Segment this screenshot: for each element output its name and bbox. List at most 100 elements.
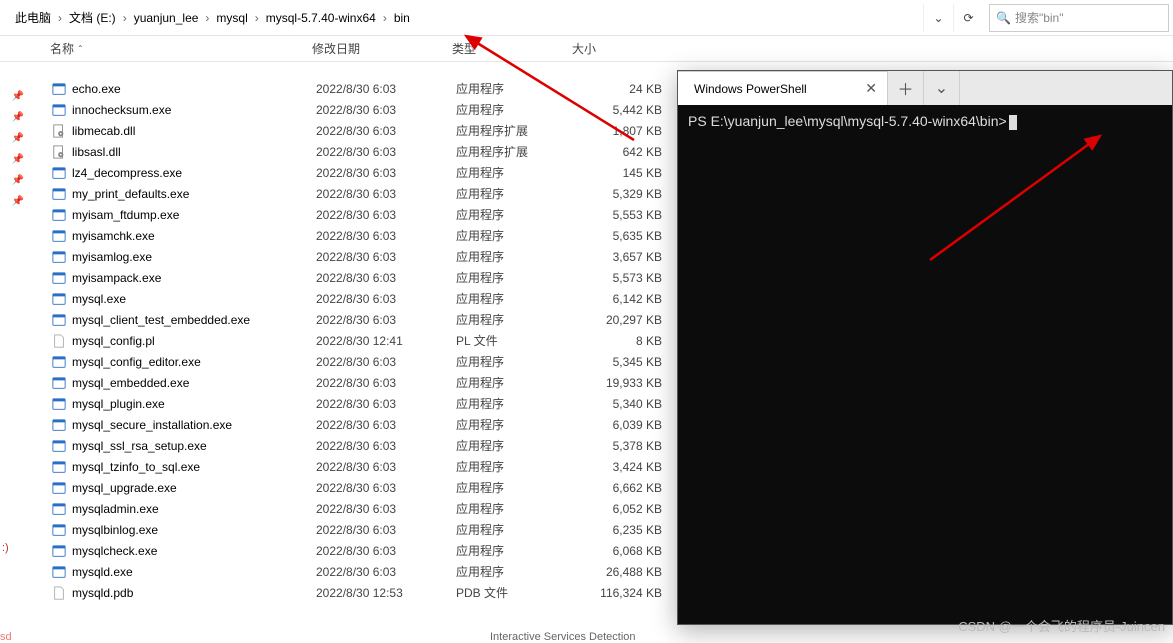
dropdown-button[interactable]: ⌄ (923, 4, 953, 32)
refresh-button[interactable]: ⟳ (953, 4, 983, 32)
pin-icon[interactable]: 📌 (0, 128, 36, 149)
breadcrumb-bar: 此电脑› 文档 (E:)› yuanjun_lee› mysql› mysql-… (0, 0, 1173, 36)
file-icon (50, 585, 68, 601)
file-type: 应用程序 (456, 395, 576, 412)
file-row[interactable]: mysql_config.pl2022/8/30 12:41PL 文件8 KB (36, 330, 676, 351)
chevron-right-icon: › (56, 11, 64, 25)
file-size: 5,635 KB (576, 229, 666, 243)
file-size: 6,235 KB (576, 523, 666, 537)
crumb-3[interactable]: mysql (211, 8, 252, 28)
file-row[interactable]: mysql_tzinfo_to_sql.exe2022/8/30 6:03应用程… (36, 456, 676, 477)
exe-icon (50, 375, 68, 391)
file-row[interactable]: mysql_client_test_embedded.exe2022/8/30 … (36, 309, 676, 330)
file-icon (50, 333, 68, 349)
file-type: 应用程序 (456, 185, 576, 202)
file-row[interactable]: mysql_config_editor.exe2022/8/30 6:03应用程… (36, 351, 676, 372)
file-size: 6,068 KB (576, 544, 666, 558)
terminal-body[interactable]: PS E:\yuanjun_lee\mysql\mysql-5.7.40-win… (678, 105, 1172, 138)
file-type: 应用程序 (456, 206, 576, 223)
file-type: 应用程序扩展 (456, 143, 576, 160)
file-row[interactable]: innochecksum.exe2022/8/30 6:03应用程序5,442 … (36, 99, 676, 120)
file-row[interactable]: libmecab.dll2022/8/30 6:03应用程序扩展1,807 KB (36, 120, 676, 141)
file-size: 6,142 KB (576, 292, 666, 306)
drive-label[interactable]: :) (2, 542, 9, 554)
header-date[interactable]: 修改日期 (312, 40, 452, 57)
file-row[interactable]: echo.exe2022/8/30 6:03应用程序24 KB (36, 78, 676, 99)
file-name: mysql_config_editor.exe (72, 355, 316, 369)
crumb-5[interactable]: bin (389, 8, 415, 28)
terminal-tab[interactable]: Windows PowerShell ✕ (678, 71, 888, 105)
file-name: innochecksum.exe (72, 103, 316, 117)
breadcrumb-path[interactable]: 此电脑› 文档 (E:)› yuanjun_lee› mysql› mysql-… (4, 4, 923, 32)
file-row[interactable]: mysql_secure_installation.exe2022/8/30 6… (36, 414, 676, 435)
file-type: 应用程序扩展 (456, 122, 576, 139)
header-name[interactable]: 名称⌃ (50, 40, 312, 57)
file-row[interactable]: myisamchk.exe2022/8/30 6:03应用程序5,635 KB (36, 225, 676, 246)
exe-icon (50, 207, 68, 223)
header-type[interactable]: 类型 (452, 40, 572, 57)
file-row[interactable]: my_print_defaults.exe2022/8/30 6:03应用程序5… (36, 183, 676, 204)
pin-column: 📌 📌 📌 📌 📌 📌 (0, 86, 36, 212)
file-date: 2022/8/30 6:03 (316, 502, 456, 516)
file-row[interactable]: myisamlog.exe2022/8/30 6:03应用程序3,657 KB (36, 246, 676, 267)
crumb-0[interactable]: 此电脑 (10, 6, 56, 29)
search-icon: 🔍 (996, 11, 1011, 25)
file-size: 3,657 KB (576, 250, 666, 264)
file-date: 2022/8/30 6:03 (316, 544, 456, 558)
tab-dropdown-button[interactable]: ⌄ (924, 71, 960, 105)
file-row[interactable]: libsasl.dll2022/8/30 6:03应用程序扩展642 KB (36, 141, 676, 162)
watermark: CSDN @一个会飞的程序员-Juincen (958, 616, 1165, 635)
file-row[interactable]: mysqld.exe2022/8/30 6:03应用程序26,488 KB (36, 561, 676, 582)
file-type: PDB 文件 (456, 584, 576, 601)
file-name: echo.exe (72, 82, 316, 96)
crumb-4[interactable]: mysql-5.7.40-winx64 (261, 8, 381, 28)
file-date: 2022/8/30 6:03 (316, 124, 456, 138)
file-type: 应用程序 (456, 542, 576, 559)
file-type: 应用程序 (456, 80, 576, 97)
footer-text: Interactive Services Detection (490, 631, 636, 643)
header-size[interactable]: 大小 (572, 40, 662, 57)
tab-close-button[interactable]: ✕ (865, 80, 877, 97)
file-row[interactable]: mysql_ssl_rsa_setup.exe2022/8/30 6:03应用程… (36, 435, 676, 456)
pin-icon[interactable]: 📌 (0, 107, 36, 128)
file-name: mysql_config.pl (72, 334, 316, 348)
new-tab-button[interactable]: ＋ (888, 71, 924, 105)
exe-icon (50, 354, 68, 370)
file-date: 2022/8/30 6:03 (316, 418, 456, 432)
file-row[interactable]: myisam_ftdump.exe2022/8/30 6:03应用程序5,553… (36, 204, 676, 225)
file-name: lz4_decompress.exe (72, 166, 316, 180)
file-type: 应用程序 (456, 311, 576, 328)
crumb-2[interactable]: yuanjun_lee (129, 8, 204, 28)
file-type: 应用程序 (456, 164, 576, 181)
file-size: 20,297 KB (576, 313, 666, 327)
exe-icon (50, 249, 68, 265)
pin-icon[interactable]: 📌 (0, 149, 36, 170)
exe-icon (50, 438, 68, 454)
file-size: 3,424 KB (576, 460, 666, 474)
file-row[interactable]: lz4_decompress.exe2022/8/30 6:03应用程序145 … (36, 162, 676, 183)
file-type: 应用程序 (456, 479, 576, 496)
file-row[interactable]: mysqlbinlog.exe2022/8/30 6:03应用程序6,235 K… (36, 519, 676, 540)
terminal-tabbar: Windows PowerShell ✕ ＋ ⌄ (678, 71, 1172, 105)
file-row[interactable]: mysql.exe2022/8/30 6:03应用程序6,142 KB (36, 288, 676, 309)
file-date: 2022/8/30 6:03 (316, 250, 456, 264)
file-row[interactable]: mysqld.pdb2022/8/30 12:53PDB 文件116,324 K… (36, 582, 676, 603)
pin-icon[interactable]: 📌 (0, 191, 36, 212)
exe-icon (50, 291, 68, 307)
search-box[interactable]: 🔍 搜索"bin" (989, 4, 1169, 32)
file-date: 2022/8/30 6:03 (316, 481, 456, 495)
file-row[interactable]: myisampack.exe2022/8/30 6:03应用程序5,573 KB (36, 267, 676, 288)
file-name: myisamchk.exe (72, 229, 316, 243)
file-type: PL 文件 (456, 332, 576, 349)
exe-icon (50, 459, 68, 475)
pin-icon[interactable]: 📌 (0, 86, 36, 107)
file-date: 2022/8/30 6:03 (316, 103, 456, 117)
file-row[interactable]: mysqladmin.exe2022/8/30 6:03应用程序6,052 KB (36, 498, 676, 519)
pin-icon[interactable]: 📌 (0, 170, 36, 191)
file-row[interactable]: mysql_upgrade.exe2022/8/30 6:03应用程序6,662… (36, 477, 676, 498)
file-row[interactable]: mysql_plugin.exe2022/8/30 6:03应用程序5,340 … (36, 393, 676, 414)
crumb-1[interactable]: 文档 (E:) (64, 6, 121, 29)
file-date: 2022/8/30 6:03 (316, 313, 456, 327)
file-row[interactable]: mysqlcheck.exe2022/8/30 6:03应用程序6,068 KB (36, 540, 676, 561)
file-row[interactable]: mysql_embedded.exe2022/8/30 6:03应用程序19,9… (36, 372, 676, 393)
